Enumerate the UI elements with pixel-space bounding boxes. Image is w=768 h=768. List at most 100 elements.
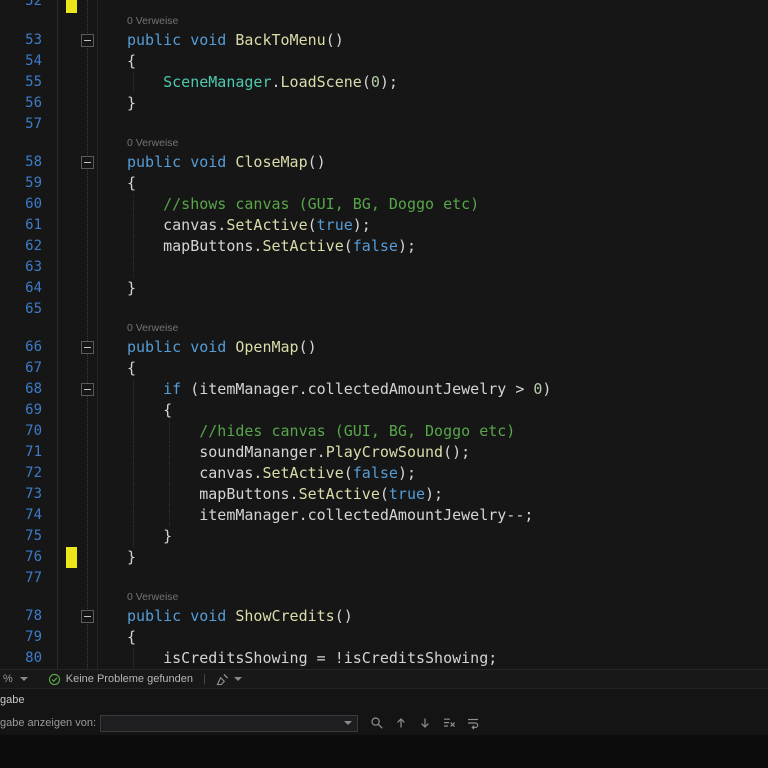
line-number[interactable]: 65 <box>0 299 48 320</box>
line-number[interactable]: 57 <box>0 114 48 135</box>
line-number[interactable]: 78 <box>0 606 48 627</box>
codelens-references[interactable]: 0 Verweise <box>96 13 768 30</box>
code-text[interactable]: } <box>96 278 768 299</box>
line-number[interactable]: 79 <box>0 627 48 648</box>
code-text[interactable]: SceneManager.LoadScene(0); <box>96 72 768 93</box>
code-text[interactable] <box>96 568 768 589</box>
previous-message-icon[interactable] <box>394 716 408 730</box>
code-line-77[interactable]: 77 <box>0 568 768 589</box>
code-line-69[interactable]: 69 { <box>0 400 768 421</box>
line-number[interactable]: 69 <box>0 400 48 421</box>
zoom-level-control[interactable]: % <box>0 673 28 685</box>
code-line-53[interactable]: 53 public void BackToMenu() <box>0 30 768 51</box>
code-line-55[interactable]: 55 SceneManager.LoadScene(0); <box>0 72 768 93</box>
line-number[interactable]: 70 <box>0 421 48 442</box>
output-content[interactable] <box>0 735 768 768</box>
code-line-76[interactable]: 76} <box>0 547 768 568</box>
line-number[interactable]: 62 <box>0 236 48 257</box>
line-number[interactable]: 52 <box>0 0 48 13</box>
code-text[interactable] <box>96 257 768 278</box>
code-line-58[interactable]: 58 public void CloseMap() <box>0 152 768 173</box>
find-message-icon[interactable] <box>370 716 384 730</box>
code-cleanup-button[interactable] <box>216 673 242 686</box>
line-number[interactable]: 60 <box>0 194 48 215</box>
code-line-71[interactable]: 71 soundMananger.PlayCrowSound(); <box>0 442 768 463</box>
fold-toggle-icon[interactable] <box>81 610 94 623</box>
code-text[interactable]: //shows canvas (GUI, BG, Doggo etc) <box>96 194 768 215</box>
document-health-indicator[interactable]: Keine Probleme gefunden <box>48 673 193 686</box>
codelens-row[interactable]: 0 Verweise <box>0 13 768 30</box>
line-number[interactable]: 53 <box>0 30 48 51</box>
code-text[interactable]: } <box>96 526 768 547</box>
clear-all-output-icon[interactable] <box>442 716 456 730</box>
line-number[interactable]: 56 <box>0 93 48 114</box>
line-number[interactable]: 72 <box>0 463 48 484</box>
line-number[interactable]: 68 <box>0 379 48 400</box>
code-line-62[interactable]: 62 mapButtons.SetActive(false); <box>0 236 768 257</box>
code-line-66[interactable]: 66 public void OpenMap() <box>0 337 768 358</box>
code-line-79[interactable]: 79 { <box>0 627 768 648</box>
line-number[interactable]: 59 <box>0 173 48 194</box>
code-text[interactable]: canvas.SetActive(true); <box>96 215 768 236</box>
code-text[interactable]: { <box>96 358 768 379</box>
code-text[interactable]: public void CloseMap() <box>96 152 768 173</box>
fold-toggle-icon[interactable] <box>81 156 94 169</box>
line-number[interactable]: 77 <box>0 568 48 589</box>
code-line-57[interactable]: 57 <box>0 114 768 135</box>
line-number[interactable]: 75 <box>0 526 48 547</box>
line-number[interactable]: 71 <box>0 442 48 463</box>
line-number[interactable]: 54 <box>0 51 48 72</box>
line-number[interactable]: 61 <box>0 215 48 236</box>
codelens-references[interactable]: 0 Verweise <box>96 589 768 606</box>
code-text[interactable] <box>96 299 768 320</box>
line-number[interactable]: 64 <box>0 278 48 299</box>
code-line-75[interactable]: 75 } <box>0 526 768 547</box>
code-text[interactable] <box>96 0 768 13</box>
code-line-52[interactable]: 52 <box>0 0 768 13</box>
code-text[interactable]: mapButtons.SetActive(true); <box>96 484 768 505</box>
next-message-icon[interactable] <box>418 716 432 730</box>
code-line-78[interactable]: 78 public void ShowCredits() <box>0 606 768 627</box>
code-text[interactable] <box>96 114 768 135</box>
code-text[interactable]: public void ShowCredits() <box>96 606 768 627</box>
code-line-56[interactable]: 56} <box>0 93 768 114</box>
code-line-60[interactable]: 60 //shows canvas (GUI, BG, Doggo etc) <box>0 194 768 215</box>
code-text[interactable]: { <box>96 400 768 421</box>
line-number[interactable]: 55 <box>0 72 48 93</box>
code-line-67[interactable]: 67 { <box>0 358 768 379</box>
line-number[interactable]: 58 <box>0 152 48 173</box>
code-line-59[interactable]: 59 { <box>0 173 768 194</box>
code-line-61[interactable]: 61 canvas.SetActive(true); <box>0 215 768 236</box>
code-line-72[interactable]: 72 canvas.SetActive(false); <box>0 463 768 484</box>
fold-toggle-icon[interactable] <box>81 341 94 354</box>
fold-toggle-icon[interactable] <box>81 383 94 396</box>
code-text[interactable]: mapButtons.SetActive(false); <box>96 236 768 257</box>
code-text[interactable]: } <box>96 93 768 114</box>
code-line-68[interactable]: 68 if (itemManager.collectedAmountJewelr… <box>0 379 768 400</box>
code-text[interactable]: { <box>96 51 768 72</box>
codelens-row[interactable]: 0 Verweise <box>0 135 768 152</box>
code-text[interactable]: } <box>96 547 768 568</box>
code-text[interactable]: //hides canvas (GUI, BG, Doggo etc) <box>96 421 768 442</box>
code-line-65[interactable]: 65 <box>0 299 768 320</box>
code-line-80[interactable]: 80 isCreditsShowing = !isCreditsShowing; <box>0 648 768 669</box>
word-wrap-icon[interactable] <box>466 716 480 730</box>
code-line-54[interactable]: 54 { <box>0 51 768 72</box>
codelens-row[interactable]: 0 Verweise <box>0 589 768 606</box>
code-line-64[interactable]: 64} <box>0 278 768 299</box>
line-number[interactable]: 63 <box>0 257 48 278</box>
line-number[interactable]: 67 <box>0 358 48 379</box>
line-number[interactable]: 74 <box>0 505 48 526</box>
code-line-70[interactable]: 70 //hides canvas (GUI, BG, Doggo etc) <box>0 421 768 442</box>
code-line-63[interactable]: 63 <box>0 257 768 278</box>
code-text[interactable]: public void OpenMap() <box>96 337 768 358</box>
codelens-references[interactable]: 0 Verweise <box>96 135 768 152</box>
codelens-references[interactable]: 0 Verweise <box>96 320 768 337</box>
code-text[interactable]: isCreditsShowing = !isCreditsShowing; <box>96 648 768 669</box>
code-text[interactable]: soundMananger.PlayCrowSound(); <box>96 442 768 463</box>
show-output-from-select[interactable] <box>100 714 359 732</box>
line-number[interactable]: 73 <box>0 484 48 505</box>
fold-toggle-icon[interactable] <box>81 34 94 47</box>
code-text[interactable]: canvas.SetActive(false); <box>96 463 768 484</box>
line-number[interactable]: 80 <box>0 648 48 669</box>
